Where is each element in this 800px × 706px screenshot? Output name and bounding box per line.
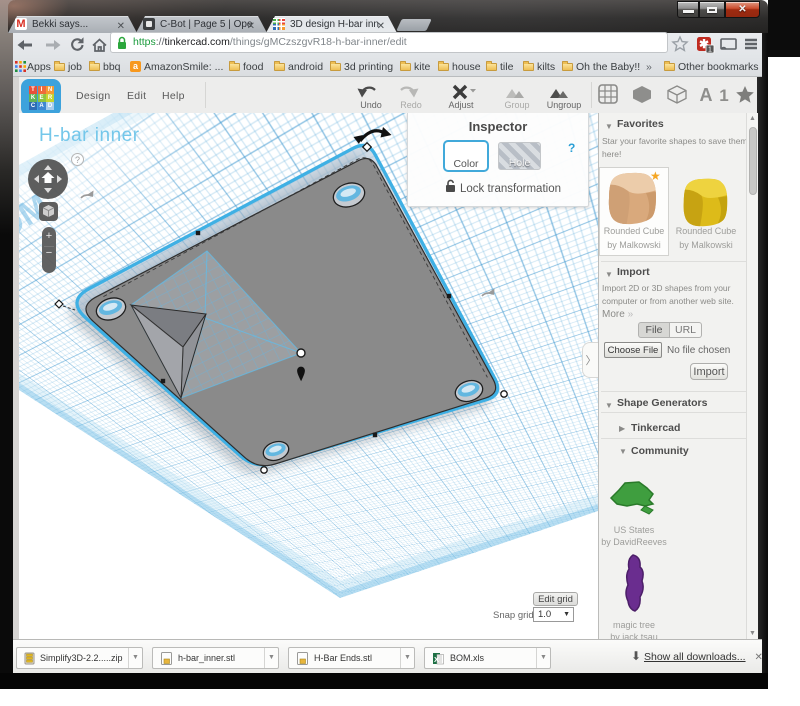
- svg-text:X: X: [434, 655, 439, 664]
- svg-text:1: 1: [719, 86, 728, 105]
- svg-text:A: A: [700, 85, 713, 105]
- svg-text:1: 1: [708, 47, 712, 54]
